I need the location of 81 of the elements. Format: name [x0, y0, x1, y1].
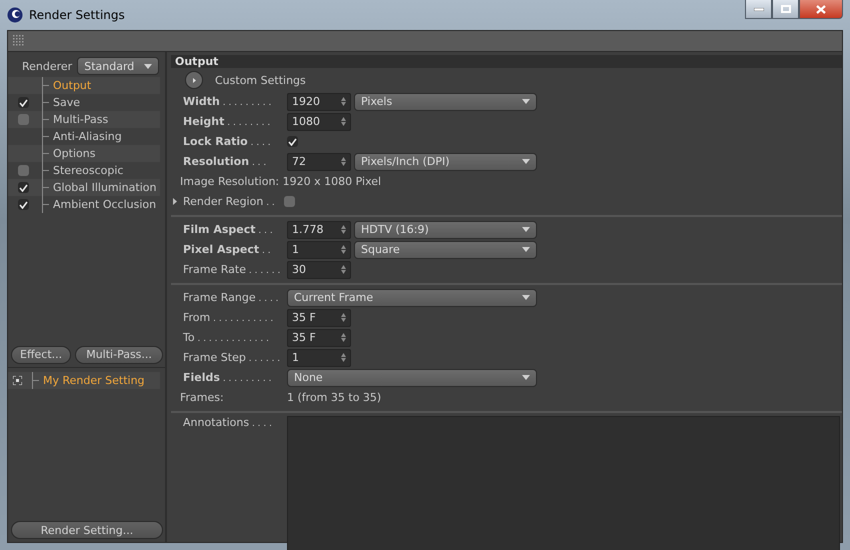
spinner-icon[interactable] — [341, 156, 346, 166]
maximize-button[interactable] — [772, 0, 799, 19]
field-label: Width . . . . . . . . . — [183, 95, 272, 108]
option-dropdown[interactable]: None — [287, 368, 537, 386]
checkbox[interactable] — [18, 97, 28, 108]
spinner-icon[interactable] — [341, 352, 346, 362]
caret-icon — [522, 295, 530, 300]
number-field[interactable]: 72 — [287, 152, 351, 170]
window-title: Render Settings — [29, 8, 125, 22]
close-icon — [816, 4, 826, 14]
spinner-icon[interactable] — [341, 96, 346, 106]
panel-title: Output — [171, 55, 842, 68]
number-field[interactable]: 35 F — [287, 328, 351, 346]
caret-icon — [522, 227, 530, 232]
field-label: Film Aspect . . . — [183, 223, 274, 236]
field-label: Fields . . . . . . . . . — [183, 371, 272, 384]
unit-dropdown[interactable]: Square — [354, 240, 537, 258]
number-field[interactable]: 1 — [287, 240, 351, 258]
info-text: Image Resolution: 1920 x 1080 Pixel — [180, 175, 382, 188]
caret-icon — [144, 64, 152, 68]
number-field[interactable]: 30 — [287, 260, 351, 278]
sidebar-item[interactable]: Stereoscopic — [53, 164, 124, 177]
expand-arrow-icon[interactable] — [173, 198, 177, 205]
expand-button[interactable] — [185, 71, 203, 89]
field-label: Frames: — [180, 391, 225, 404]
spinner-icon[interactable] — [341, 332, 346, 342]
field-label: To . . . . . . . . . . . . . — [183, 331, 270, 344]
renderer-label: Renderer — [22, 60, 72, 72]
checkbox[interactable] — [284, 196, 295, 207]
annotations-field[interactable] — [287, 416, 840, 550]
spinner-icon[interactable] — [341, 116, 346, 126]
field-label: Lock Ratio . . . . — [183, 135, 272, 148]
sidebar-item[interactable]: Save — [53, 96, 80, 109]
number-field[interactable]: 1.778 — [287, 220, 351, 238]
renderer-dropdown[interactable]: Standard — [77, 57, 160, 75]
field-label: Frame Rate . . . . . . — [183, 263, 282, 276]
sidebar-item[interactable]: Output — [53, 79, 92, 92]
focus-icon — [12, 376, 22, 384]
caret-icon — [522, 247, 530, 252]
spinner-icon[interactable] — [341, 312, 346, 322]
number-field[interactable]: 1080 — [287, 112, 351, 130]
minimize-button[interactable] — [745, 0, 772, 19]
number-field[interactable]: 35 F — [287, 308, 351, 326]
field-label: Frame Step . . . . . . — [183, 351, 282, 364]
field-label: Height . . . . . . . . — [183, 115, 272, 128]
play-icon — [192, 78, 196, 82]
render-setting-button[interactable]: Render Setting... — [11, 521, 163, 539]
caret-icon — [522, 99, 530, 104]
caret-icon — [522, 375, 530, 380]
checkbox[interactable] — [18, 114, 28, 125]
field-label: From . . . . . . . . . . . — [183, 311, 274, 324]
field-label: Pixel Aspect . . — [183, 243, 272, 256]
grip-icon[interactable] — [13, 35, 25, 47]
checkbox[interactable] — [18, 165, 28, 176]
unit-dropdown[interactable]: Pixels — [354, 92, 537, 110]
field-label: Annotations . . . . — [183, 416, 273, 429]
number-field[interactable]: 1 — [287, 348, 351, 366]
custom-settings-label: Custom Settings — [215, 74, 306, 86]
checkbox[interactable] — [18, 199, 28, 210]
option-dropdown[interactable]: Current Frame — [287, 288, 537, 306]
unit-dropdown[interactable]: Pixels/Inch (DPI) — [354, 152, 537, 170]
minimize-icon — [754, 8, 764, 10]
maximize-icon — [780, 5, 790, 13]
sidebar-item[interactable]: Ambient Occlusion — [53, 198, 156, 211]
number-field[interactable]: 1920 — [287, 92, 351, 110]
spinner-icon[interactable] — [341, 224, 346, 234]
sidebar-item[interactable]: Anti-Aliasing — [53, 130, 122, 143]
spinner-icon[interactable] — [341, 244, 346, 254]
panel-button[interactable]: Multi-Pass... — [75, 346, 163, 364]
field-label: Render Region . . — [183, 195, 276, 208]
panel-button[interactable]: Effect... — [11, 346, 72, 364]
frames-value: 1 (from 35 to 35) — [287, 391, 382, 404]
checkbox[interactable] — [287, 136, 298, 147]
unit-dropdown[interactable]: HDTV (16:9) — [354, 220, 537, 238]
field-label: Frame Range . . . . — [183, 291, 280, 304]
checkbox[interactable] — [18, 182, 28, 193]
close-button[interactable] — [799, 0, 843, 19]
app-logo-icon — [7, 7, 23, 23]
caret-icon — [522, 159, 530, 164]
field-label: Resolution . . . — [183, 155, 268, 168]
spinner-icon[interactable] — [341, 264, 346, 274]
